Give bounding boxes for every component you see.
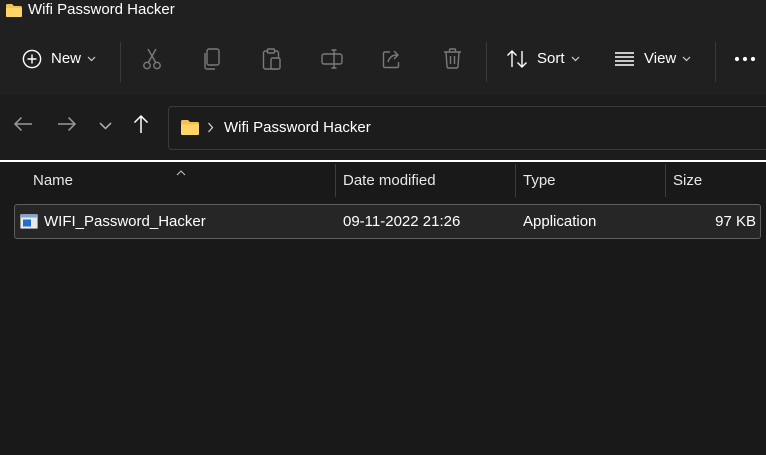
chevron-down-icon (98, 117, 112, 135)
column-header-size[interactable]: Size (673, 164, 763, 197)
plus-circle-icon (22, 49, 42, 69)
sort-button[interactable]: Sort (506, 22, 580, 95)
chevron-down-icon (87, 56, 96, 62)
arrow-right-icon (57, 116, 77, 137)
title-bar: Wifi Password Hacker (0, 0, 766, 22)
folder-icon (5, 3, 23, 23)
file-name[interactable]: WIFI_Password_Hacker (44, 205, 206, 238)
column-separator[interactable] (515, 164, 516, 197)
copy-button[interactable] (203, 22, 221, 95)
chevron-down-icon (682, 56, 691, 62)
new-button[interactable]: New (22, 22, 96, 95)
file-type: Application (523, 213, 597, 230)
up-button[interactable] (129, 114, 153, 138)
delete-button[interactable] (443, 22, 462, 95)
paste-button[interactable] (262, 22, 282, 95)
share-button[interactable] (382, 22, 403, 95)
delete-icon (443, 48, 462, 69)
cut-icon (142, 48, 162, 70)
file-date-modified: 09-11-2022 21:26 (343, 213, 461, 230)
column-header-name[interactable]: Name (33, 164, 333, 197)
sort-button-label: Sort (537, 50, 565, 67)
focus-divider (0, 160, 766, 162)
sort-icon (506, 49, 528, 69)
view-button-label: View (644, 50, 677, 67)
view-icon (614, 51, 635, 67)
folder-icon (180, 119, 200, 141)
column-header-type[interactable]: Type (523, 164, 663, 197)
rename-icon (321, 48, 343, 69)
forward-button[interactable] (55, 114, 79, 138)
copy-icon (203, 47, 221, 70)
window-title: Wifi Password Hacker (28, 1, 175, 18)
back-button[interactable] (11, 114, 35, 138)
chevron-right-icon (207, 120, 214, 138)
column-header-date-modified[interactable]: Date modified (343, 164, 513, 197)
toolbar-separator (486, 42, 487, 82)
column-separator[interactable] (665, 164, 666, 197)
more-options-button[interactable] (734, 22, 756, 95)
address-bar[interactable]: Wifi Password Hacker (168, 106, 766, 150)
command-bar: New Sort View (0, 22, 766, 95)
cut-button[interactable] (142, 22, 162, 95)
arrow-up-icon (133, 114, 149, 139)
file-size: 97 KB (715, 213, 756, 230)
column-separator[interactable] (335, 164, 336, 197)
application-icon (20, 214, 38, 234)
share-icon (382, 49, 403, 69)
recent-locations-button[interactable] (93, 114, 117, 138)
toolbar-separator (120, 42, 121, 82)
file-row[interactable]: WIFI_Password_Hacker 09-11-2022 21:26 Ap… (14, 204, 761, 239)
chevron-down-icon (571, 56, 580, 62)
more-icon (734, 56, 756, 62)
paste-icon (262, 47, 282, 70)
toolbar-separator (715, 42, 716, 82)
new-button-label: New (51, 50, 82, 67)
view-button[interactable]: View (614, 22, 691, 95)
navigation-bar: Wifi Password Hacker (0, 95, 766, 161)
arrow-left-icon (13, 116, 33, 137)
rename-button[interactable] (321, 22, 343, 95)
breadcrumb-current-folder[interactable]: Wifi Password Hacker (224, 119, 371, 136)
